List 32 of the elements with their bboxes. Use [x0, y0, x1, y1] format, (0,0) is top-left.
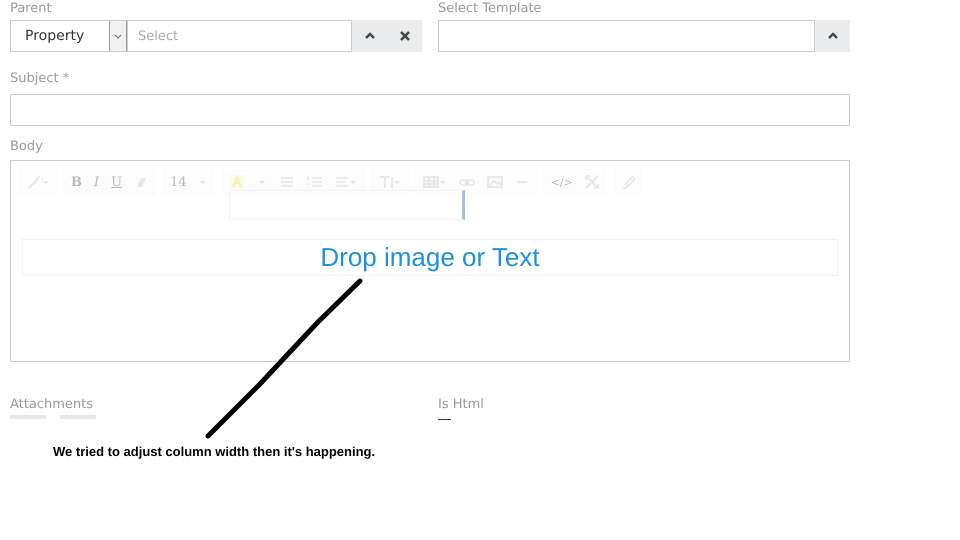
annotation-text: We tried to adjust column width then it's happening.: [53, 444, 376, 459]
close-icon[interactable]: [398, 30, 410, 42]
field-label: Select Template: [438, 0, 543, 18]
table-icon[interactable]: [422, 175, 447, 189]
field-label: Subject *: [10, 70, 70, 88]
text-height-icon[interactable]: [378, 175, 401, 189]
fullscreen-icon[interactable]: [584, 175, 599, 189]
numbered-list-icon[interactable]: [306, 175, 323, 189]
image-icon[interactable]: [486, 175, 503, 189]
paperclip-icon[interactable]: [620, 175, 635, 189]
bold-button[interactable]: B: [71, 174, 82, 190]
search-field[interactable]: Select: [127, 20, 352, 52]
field-label: Is Html: [438, 396, 485, 414]
align-icon[interactable]: [334, 175, 357, 189]
drop-zone-text: Drop image or Text: [320, 242, 540, 273]
caret-icon[interactable]: [114, 34, 122, 38]
subject-field[interactable]: [10, 94, 850, 126]
highlight-color-icon[interactable]: [228, 175, 245, 189]
template-field[interactable]: [438, 20, 815, 52]
italic-button[interactable]: I: [94, 174, 100, 190]
drop-zone[interactable]: Drop image or Text: [22, 239, 838, 276]
field-label: Body: [10, 138, 44, 156]
font-size-dropdown[interactable]: 14: [170, 174, 187, 190]
underline-button[interactable]: U: [111, 174, 122, 190]
type-dropdown[interactable]: Property: [10, 20, 127, 52]
editor-area[interactable]: B I U 14 </> Drop image or Text: [10, 160, 850, 362]
magic-wand-icon[interactable]: [27, 175, 49, 189]
field-label: Parent: [10, 0, 53, 18]
text-input[interactable]: [229, 190, 465, 220]
code-view-button[interactable]: </>: [550, 176, 573, 188]
bullet-list-icon[interactable]: [278, 175, 295, 189]
field-label: Attachments: [10, 396, 94, 414]
